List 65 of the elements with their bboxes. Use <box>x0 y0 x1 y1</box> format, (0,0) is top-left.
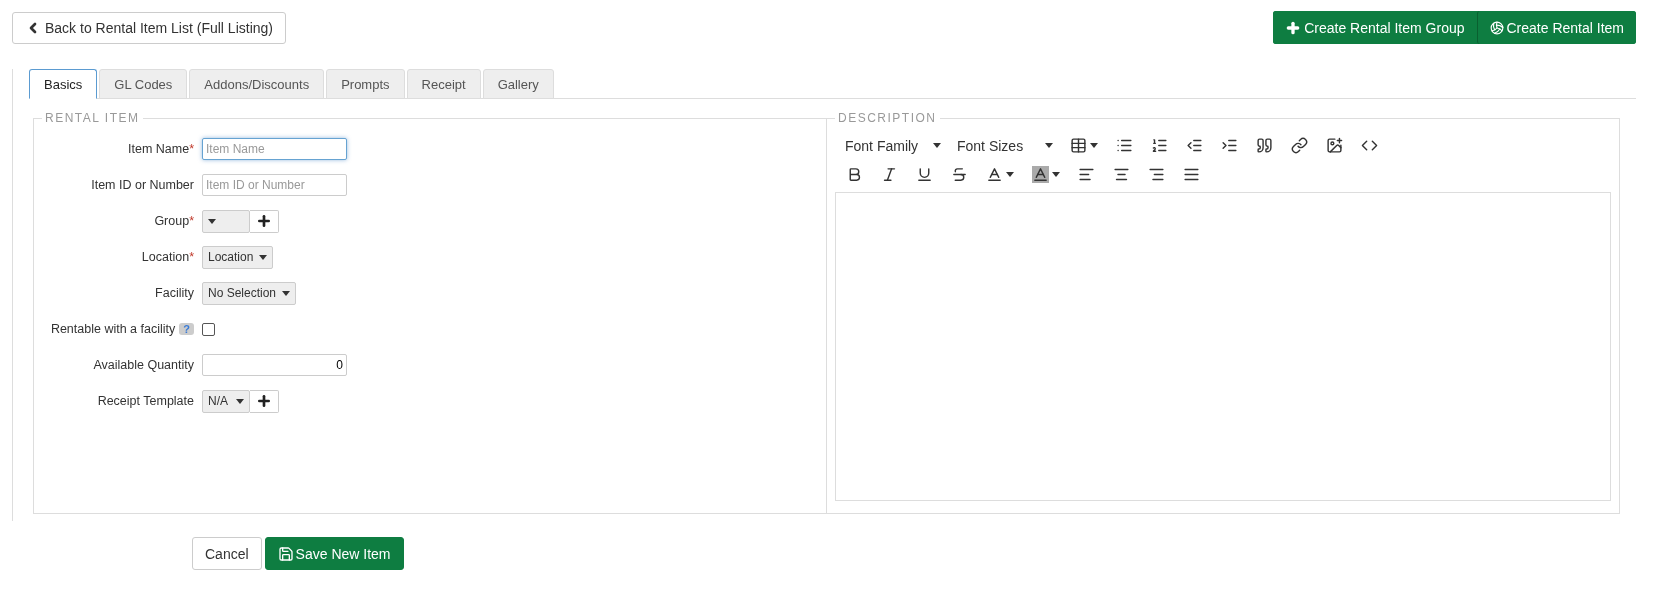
field-label: Item Name* <box>127 142 195 156</box>
tab[interactable]: Prompts <box>326 69 405 99</box>
tab[interactable]: Addons/Discounts <box>189 69 325 99</box>
input-field[interactable]: Item Name <box>202 138 347 160</box>
field-label: Receipt Template <box>96 394 195 408</box>
numbered-list-icon <box>1151 137 1168 154</box>
underline-icon <box>916 166 933 183</box>
text-color-icon <box>986 166 1003 183</box>
plus-icon <box>256 393 272 409</box>
select-dropdown[interactable]: N/A <box>202 389 250 413</box>
align-center-icon <box>1113 166 1130 183</box>
checkbox[interactable] <box>202 322 215 336</box>
caret-icon <box>1006 172 1014 177</box>
align-left-icon <box>1078 166 1095 183</box>
caret-icon <box>1052 172 1060 177</box>
quote-icon <box>1256 137 1273 154</box>
caret-icon <box>933 143 941 148</box>
italic-icon <box>881 166 898 183</box>
tab[interactable]: Gallery <box>482 69 554 99</box>
caret-icon <box>282 290 291 296</box>
add-button[interactable] <box>250 389 279 413</box>
tab[interactable]: Receipt <box>406 69 481 99</box>
input-field[interactable]: Item ID or Number <box>202 174 347 196</box>
font-dropdown[interactable]: Font Sizes <box>951 137 1059 154</box>
required-mark: * <box>189 214 194 228</box>
add-button[interactable] <box>250 209 279 233</box>
field-label: Group* <box>153 214 195 228</box>
bulleted-list-icon <box>1116 137 1133 154</box>
select-dropdown[interactable]: Location <box>202 245 274 269</box>
caret-icon <box>236 398 244 404</box>
table-icon <box>1070 137 1087 154</box>
outdent-icon <box>1186 137 1203 154</box>
required-mark: * <box>189 250 194 264</box>
image-icon <box>1326 137 1343 154</box>
caret-icon <box>1090 143 1098 148</box>
field-label: Rentable with a facility <box>50 322 176 336</box>
field-label: Location* <box>140 250 195 264</box>
field-label: Available Quantity <box>92 358 195 372</box>
tab[interactable]: GL Codes <box>99 69 188 99</box>
back-button[interactable]: Back to Rental Item List (Full Listing) <box>12 11 286 44</box>
strikethrough-icon <box>951 166 968 183</box>
justify-icon <box>1183 166 1200 183</box>
plus-icon <box>256 213 272 229</box>
section-legend: RENTAL ITEM <box>42 111 143 125</box>
save-button[interactable]: Save New Item <box>264 537 404 570</box>
tab[interactable]: Basics <box>29 69 98 99</box>
caret-icon <box>1045 143 1053 148</box>
field-label: Facility <box>154 286 195 300</box>
align-right-icon <box>1148 166 1165 183</box>
save-icon <box>277 545 294 562</box>
caret-icon <box>208 218 216 224</box>
font-dropdown[interactable]: Font Family <box>839 137 947 154</box>
ball-icon <box>1489 20 1504 35</box>
highlight-color-icon <box>1032 166 1049 183</box>
indent-icon <box>1221 137 1238 154</box>
select-dropdown[interactable]: No Selection <box>202 281 297 305</box>
caret-icon <box>259 254 268 260</box>
required-mark: * <box>189 142 194 156</box>
link-icon <box>1291 137 1308 154</box>
section-legend: DESCRIPTION <box>835 111 940 125</box>
create-button[interactable]: Create Rental Item <box>1476 11 1636 44</box>
input-field[interactable]: 0 <box>202 354 347 376</box>
cancel-button[interactable]: Cancel <box>192 537 262 570</box>
plus-icon <box>1285 19 1302 36</box>
field-label: Item ID or Number <box>90 178 195 192</box>
